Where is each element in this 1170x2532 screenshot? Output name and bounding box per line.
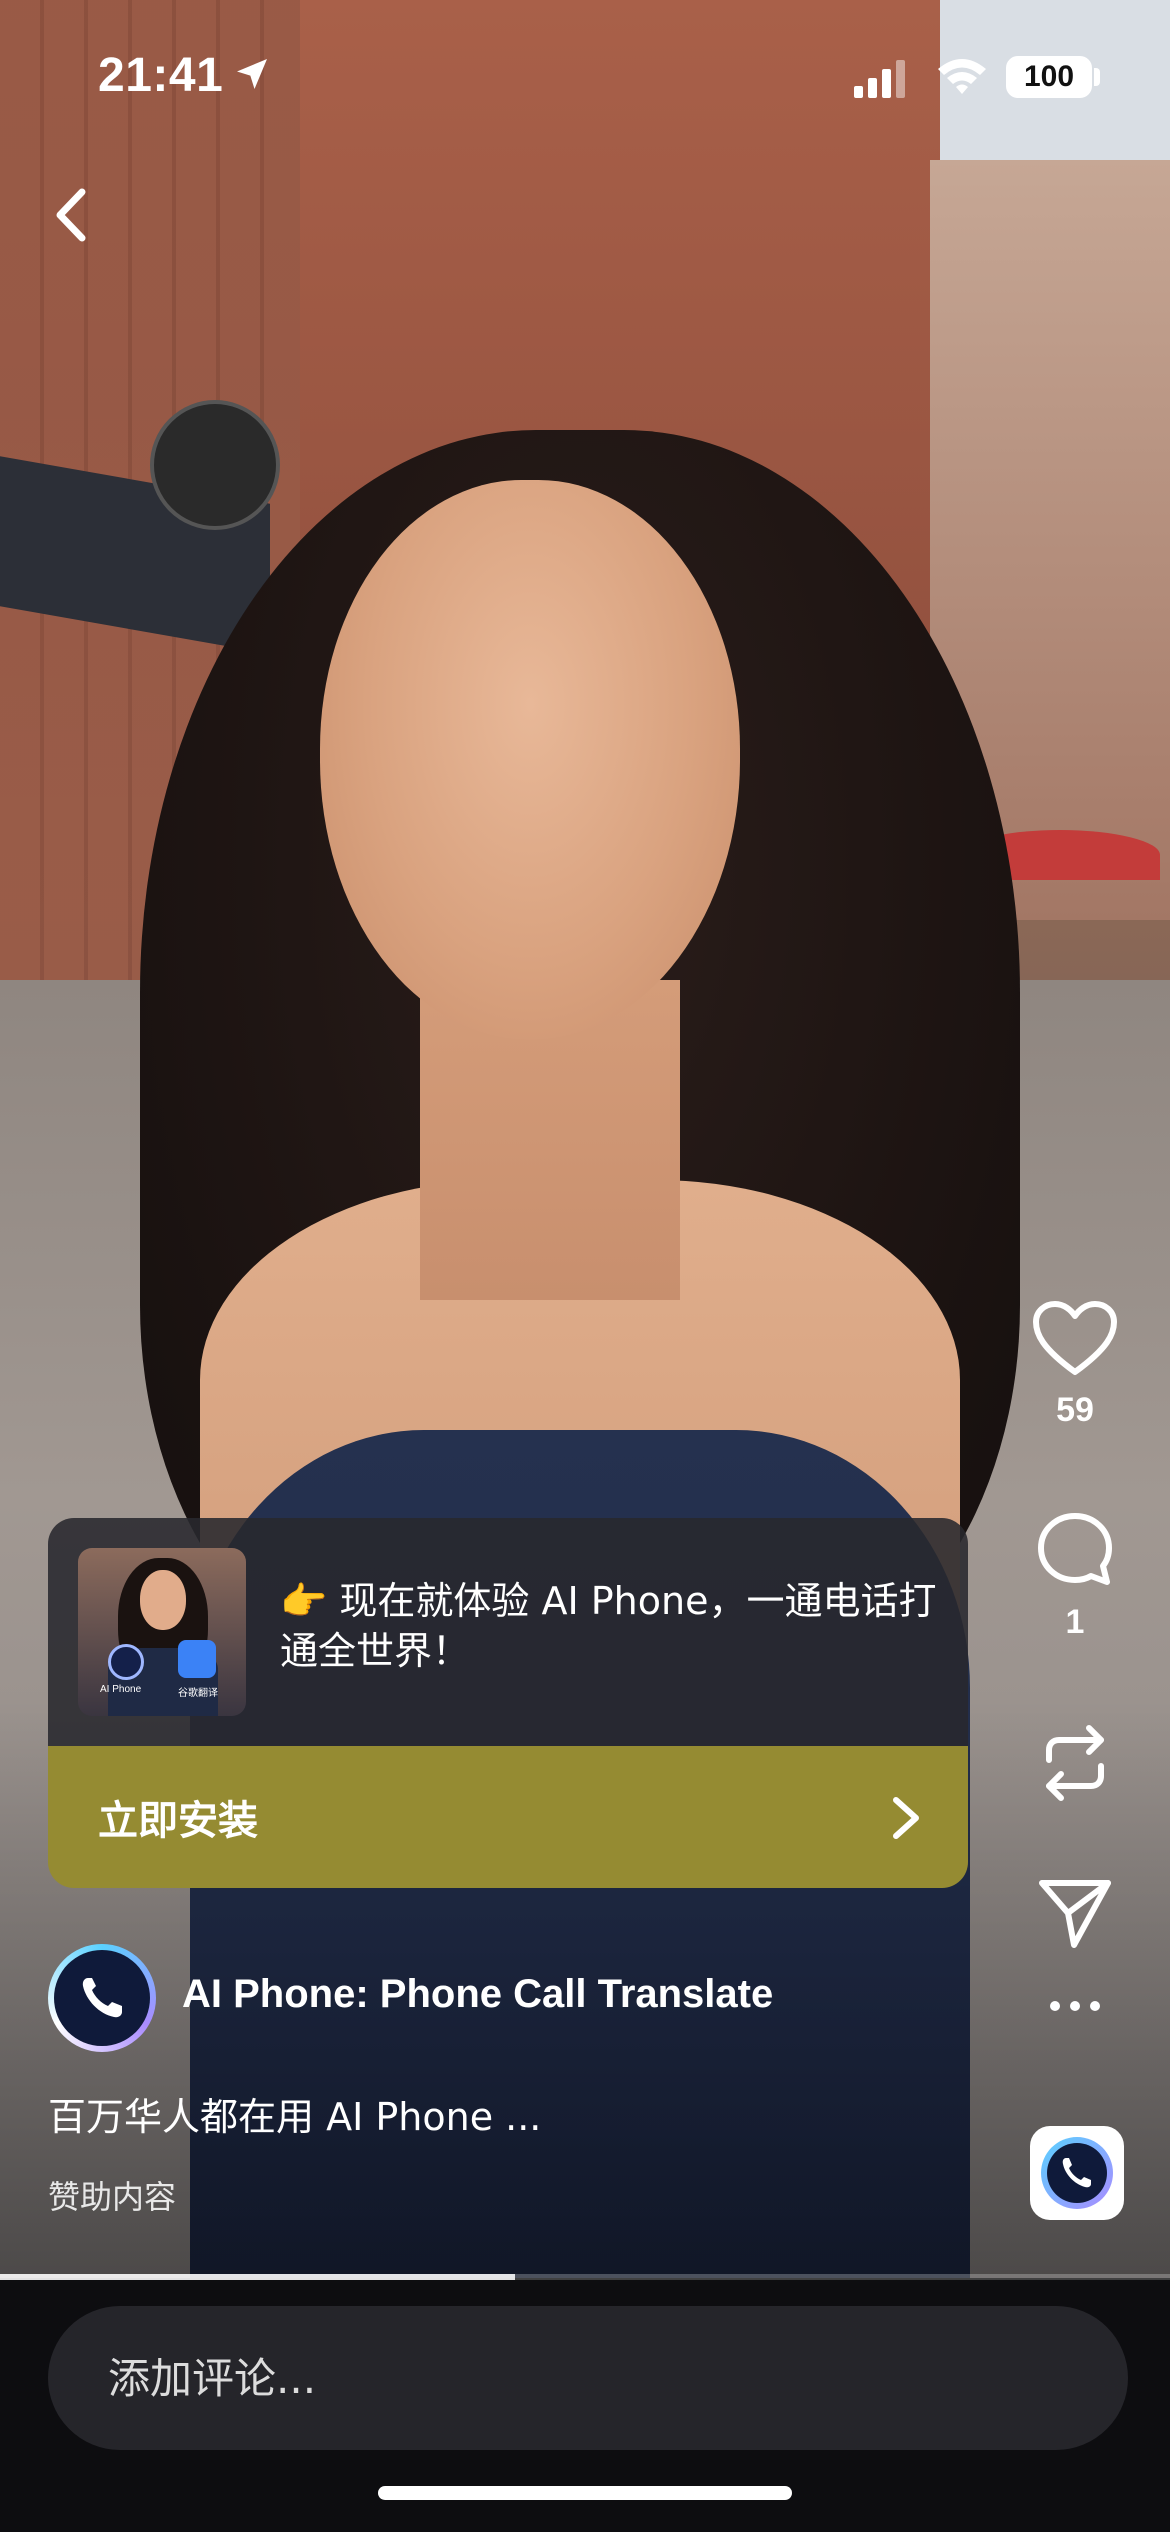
heart-icon <box>1033 1301 1117 1375</box>
repost-button[interactable] <box>1030 1720 1120 1811</box>
chevron-right-icon <box>893 1797 919 1839</box>
sponsor-avatar[interactable] <box>48 1944 156 2052</box>
repost-icon <box>1046 1725 1104 1801</box>
comment-bubble-icon <box>1038 1513 1112 1585</box>
sponsor-description[interactable]: 百万华人都在用 AI Phone ... <box>48 2086 541 2141</box>
ad-card-body[interactable]: AI Phone 谷歌翻译 👉 现在就体验 AI Phone，一通电话打通全世界… <box>48 1518 968 1746</box>
ad-thumbnail: AI Phone 谷歌翻译 <box>78 1548 246 1716</box>
video-frame-hanging-sign <box>150 400 280 530</box>
comment-button[interactable]: 1 <box>1030 1510 1120 1642</box>
comment-input[interactable] <box>48 2306 1128 2450</box>
share-button[interactable] <box>1030 1875 1120 1956</box>
ad-thumbnail-face <box>140 1570 186 1630</box>
app-mini-icon-button[interactable] <box>1030 2126 1124 2220</box>
ad-thumbnail-label-right: 谷歌翻译 <box>178 1688 218 1699</box>
home-indicator[interactable] <box>378 2486 792 2500</box>
install-button-label: 立即安装 <box>98 1798 258 1844</box>
status-time: 21:41 <box>98 49 224 102</box>
ad-thumbnail-translate-icon <box>178 1640 216 1678</box>
location-arrow-icon <box>237 59 267 89</box>
comment-count: 1 <box>1065 1603 1085 1641</box>
ad-headline: 👉 现在就体验 AI Phone，一通电话打通全世界！ <box>280 1579 937 1673</box>
phone-app-icon <box>1041 2137 1113 2209</box>
more-options-button[interactable] <box>1030 1996 1120 2021</box>
ad-thumbnail-label-left: AI Phone <box>100 1684 142 1695</box>
video-frame-person-face <box>320 480 740 1040</box>
video-player[interactable] <box>0 0 1170 2278</box>
sponsored-label: 赞助内容 <box>48 2178 177 2216</box>
ad-thumbnail-phone-icon <box>108 1644 144 1680</box>
sponsor-name[interactable]: AI Phone: Phone Call Translate <box>182 1972 773 2017</box>
ad-card[interactable]: AI Phone 谷歌翻译 👉 现在就体验 AI Phone，一通电话打通全世界… <box>48 1518 968 1888</box>
back-chevron-icon[interactable] <box>44 180 104 250</box>
cellular-signal-icon <box>854 60 905 98</box>
wifi-icon <box>938 59 986 94</box>
phone-handset-icon <box>82 1978 122 2018</box>
more-dots-icon <box>1050 2001 1100 2011</box>
status-bar: 21:41 100 <box>0 0 1170 150</box>
battery-tip <box>1094 68 1100 86</box>
like-button[interactable]: 59 <box>1030 1300 1120 1430</box>
like-count: 59 <box>1056 1391 1094 1429</box>
sponsor-avatar-inner <box>54 1950 150 2046</box>
battery-indicator: 100 <box>1006 56 1092 98</box>
paper-plane-icon <box>1039 1880 1111 1948</box>
install-button[interactable]: 立即安装 <box>48 1746 968 1888</box>
